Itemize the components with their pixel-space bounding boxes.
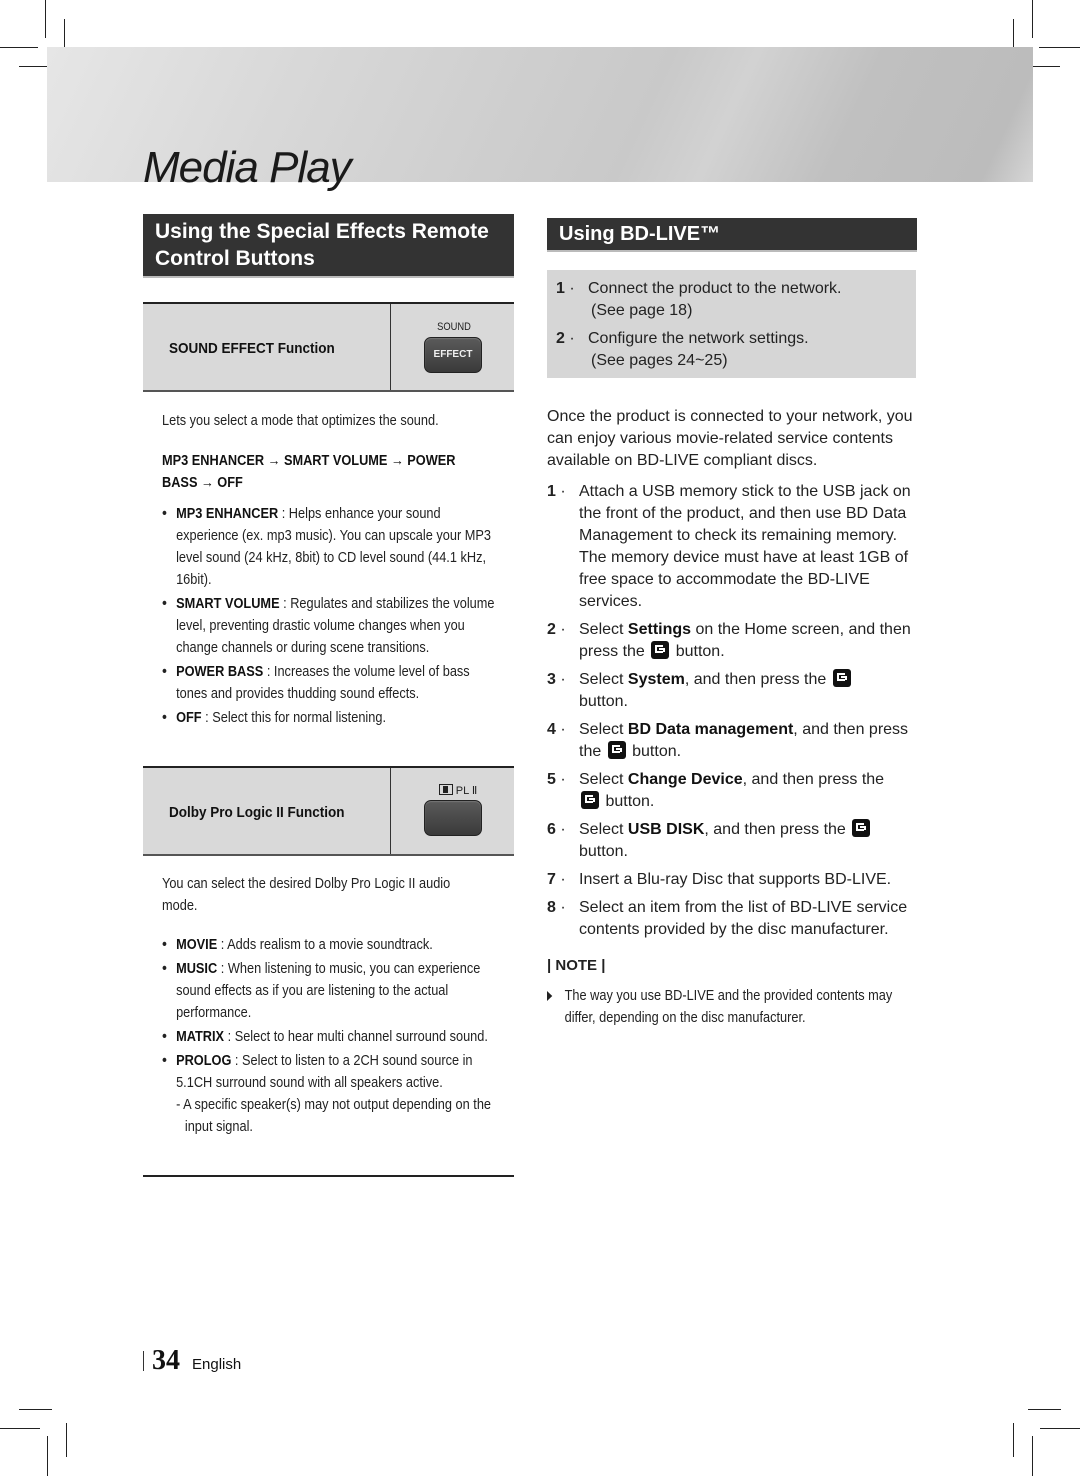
step-item: 1Attach a USB memory stick to the USB ja… xyxy=(547,481,922,613)
bullet-item: MP3 ENHANCER : Helps enhance your sound … xyxy=(162,503,501,591)
sound-effect-remote-button-icon: EFFECT xyxy=(424,337,482,373)
dolby-button-caption: PL Ⅱ xyxy=(428,784,488,797)
dolby-remote-button-icon xyxy=(424,800,482,836)
crop-mark xyxy=(66,1423,67,1457)
enter-button-icon xyxy=(832,669,851,687)
crop-mark xyxy=(1013,1423,1014,1457)
crop-mark xyxy=(1039,47,1080,48)
dolby-bullets: MOVIE : Adds realism to a movie soundtra… xyxy=(162,934,501,1140)
step-item: 6Select USB DISK, and then press the but… xyxy=(547,819,922,863)
enter-button-icon xyxy=(852,819,871,837)
bd-live-steps: 1Attach a USB memory stick to the USB ja… xyxy=(547,481,922,947)
note-heading: | NOTE | xyxy=(547,957,606,974)
crop-mark xyxy=(1028,1409,1061,1410)
sound-effect-description: Lets you select a mode that optimizes th… xyxy=(162,413,439,429)
bullet-item: MUSIC : When listening to music, you can… xyxy=(162,958,501,1024)
function-box-divider xyxy=(390,304,391,390)
step-item: 7Insert a Blu-ray Disc that supports BD-… xyxy=(547,869,922,891)
enter-button-icon xyxy=(651,641,670,659)
crop-mark xyxy=(1032,0,1033,38)
crop-mark xyxy=(1040,1428,1080,1429)
enter-button-icon xyxy=(607,741,626,759)
function-box-divider xyxy=(390,768,391,854)
crop-mark xyxy=(0,1428,40,1429)
bullet-item: MOVIE : Adds realism to a movie soundtra… xyxy=(162,934,501,956)
crop-mark xyxy=(0,47,38,48)
note-text: The way you use BD-LIVE and the provided… xyxy=(547,985,917,1029)
sub-note: - A specific speaker(s) may not output d… xyxy=(176,1097,492,1135)
step-item: 3Select System, and then press the butto… xyxy=(547,669,922,713)
prerequisite-steps: 1 Connect the product to the network. (S… xyxy=(556,278,906,378)
sound-effect-bullets: MP3 ENHANCER : Helps enhance your sound … xyxy=(162,503,501,731)
triangle-bullet-icon xyxy=(547,991,553,1001)
footer-language: English xyxy=(192,1356,242,1373)
bullet-item: MATRIX : Select to hear multi channel su… xyxy=(162,1026,501,1048)
sound-button-caption: SOUND xyxy=(437,321,471,333)
bd-live-intro: Once the product is connected to your ne… xyxy=(547,408,913,469)
bullet-item: PROLOG : Select to listen to a 2CH sound… xyxy=(162,1050,501,1138)
crop-mark xyxy=(19,1409,52,1410)
crop-mark xyxy=(1032,1436,1033,1476)
bullet-item: SMART VOLUME : Regulates and stabilizes … xyxy=(162,593,501,659)
footer-divider xyxy=(143,1351,144,1371)
dolby-function-box: Dolby Pro Logic II Function PL Ⅱ xyxy=(143,766,514,856)
crop-mark xyxy=(47,1436,48,1476)
page-footer: 34 English xyxy=(143,1345,241,1377)
enter-button-icon xyxy=(581,791,599,809)
sound-effect-function-label: SOUND EFFECT Function xyxy=(169,340,335,357)
bullet-item: OFF : Select this for normal listening. xyxy=(162,707,501,729)
sound-effect-function-box: SOUND EFFECT Function SOUND EFFECT xyxy=(143,302,514,392)
step-item: 8Select an item from the list of BD-LIVE… xyxy=(547,897,922,941)
dolby-description: You can select the desired Dolby Pro Log… xyxy=(162,876,451,914)
step-item: 2 Configure the network settings. (See p… xyxy=(556,328,906,372)
section-heading-bd-live: Using BD-LIVE™ xyxy=(547,218,917,252)
sound-effect-sequence: MP3 ENHANCER → SMART VOLUME → POWER BASS… xyxy=(162,453,456,491)
step-item: 4Select BD Data management, and then pre… xyxy=(547,719,922,763)
page-number: 34 xyxy=(152,1345,180,1376)
page-title: Media Play xyxy=(143,143,352,192)
step-item: 2Select Settings on the Home screen, and… xyxy=(547,619,922,663)
section-heading-special-effects: Using the Special Effects Remote Control… xyxy=(143,214,514,278)
dolby-logo-icon xyxy=(438,784,453,795)
dolby-function-label: Dolby Pro Logic II Function xyxy=(169,804,345,821)
crop-mark xyxy=(45,0,46,38)
section-end-rule xyxy=(143,1175,514,1177)
step-item: 1 Connect the product to the network. (S… xyxy=(556,278,906,322)
step-item: 5Select Change Device, and then press th… xyxy=(547,769,922,813)
bullet-item: POWER BASS : Increases the volume level … xyxy=(162,661,501,705)
